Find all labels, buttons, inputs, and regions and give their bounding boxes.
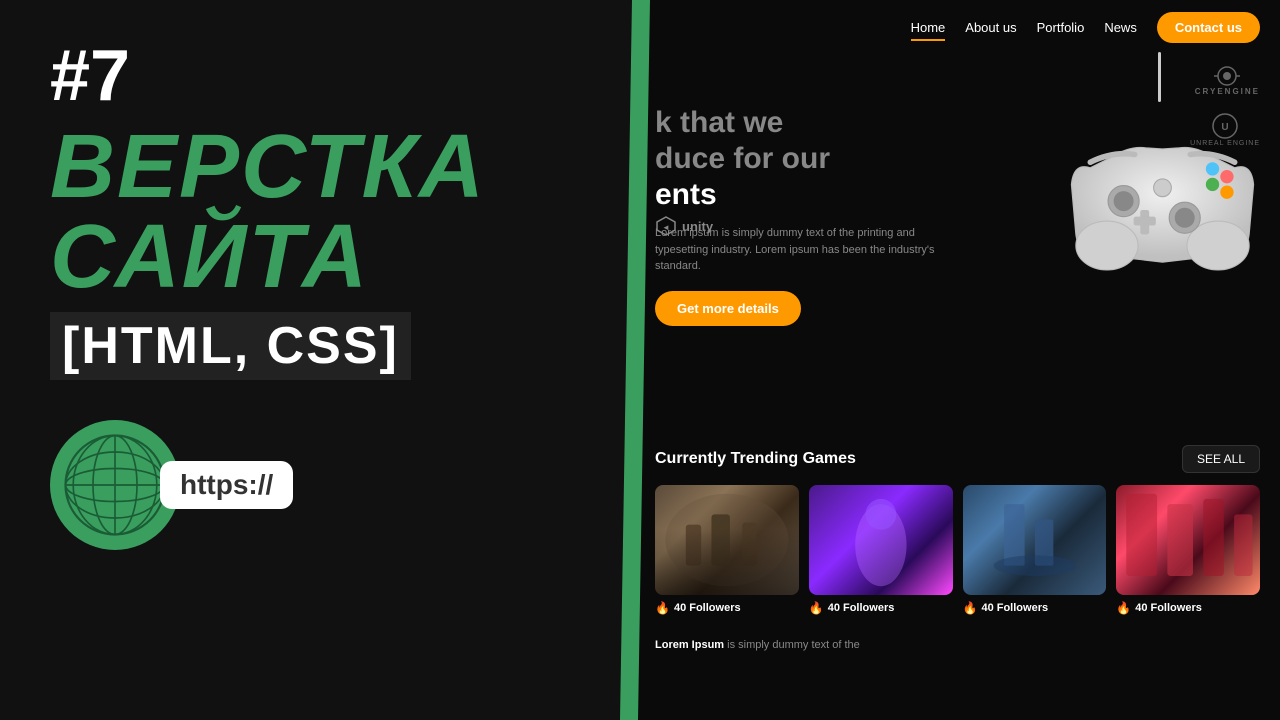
game-thumbnail-3[interactable] [963,485,1107,595]
game-followers-4: 🔥 40 Followers [1116,601,1260,615]
fire-icon-3: 🔥 [963,601,978,615]
trending-section: Currently Trending Games SEE ALL 🔥 [635,435,1280,625]
right-panel: Home About us Portfolio News Contact us … [635,0,1280,720]
globe-container: https:// [50,420,293,550]
svg-text:◄: ◄ [662,223,670,232]
fire-icon-1: 🔥 [655,601,670,615]
game-followers-2: 🔥 40 Followers [809,601,953,615]
game-card-2: 🔥 40 Followers [809,485,953,615]
subtitle: [HTML, CSS] [50,312,411,380]
hero-section: CRYENGINE U UNREAL ENGINE ◄ unity [635,55,1280,435]
navigation: Home About us Portfolio News Contact us [635,0,1280,55]
get-more-button[interactable]: Get more details [655,291,801,326]
gamepad [1050,90,1275,300]
trending-title: Currently Trending Games [655,450,856,468]
game-thumbnail-4[interactable] [1116,485,1260,595]
nav-home[interactable]: Home [911,16,946,39]
bottom-text: Lorem Ipsum is simply dummy text of the [635,625,1280,666]
game-card-3: 🔥 40 Followers [963,485,1107,615]
title-line1: ВЕРСТКА САЙТА [50,122,486,302]
nav-portfolio[interactable]: Portfolio [1037,16,1085,39]
see-all-button[interactable]: SEE ALL [1182,445,1260,473]
game-followers-1: 🔥 40 Followers [655,601,799,615]
fire-icon-2: 🔥 [809,601,824,615]
game-thumbnail-1[interactable] [655,485,799,595]
nav-news[interactable]: News [1104,16,1137,39]
left-panel: #7 ВЕРСТКА САЙТА [HTML, CSS] https:// [0,0,635,720]
game-followers-3: 🔥 40 Followers [963,601,1107,615]
unity-logo: ◄ unity [655,215,713,237]
fire-icon-4: 🔥 [1116,601,1131,615]
hero-text: k that we duce for our ents Lorem ipsum … [645,65,1025,336]
https-badge: https:// [160,461,293,509]
game-card-4: 🔥 40 Followers [1116,485,1260,615]
hero-title: k that we duce for our ents [655,105,1025,213]
games-grid: 🔥 40 Followers 🔥 40 Followers [655,485,1260,615]
episode-number: #7 [50,40,130,112]
game-thumbnail-2[interactable] [809,485,953,595]
contact-button[interactable]: Contact us [1157,12,1260,43]
nav-about[interactable]: About us [965,16,1016,39]
trending-header: Currently Trending Games SEE ALL [655,445,1260,473]
game-card-1: 🔥 40 Followers [655,485,799,615]
